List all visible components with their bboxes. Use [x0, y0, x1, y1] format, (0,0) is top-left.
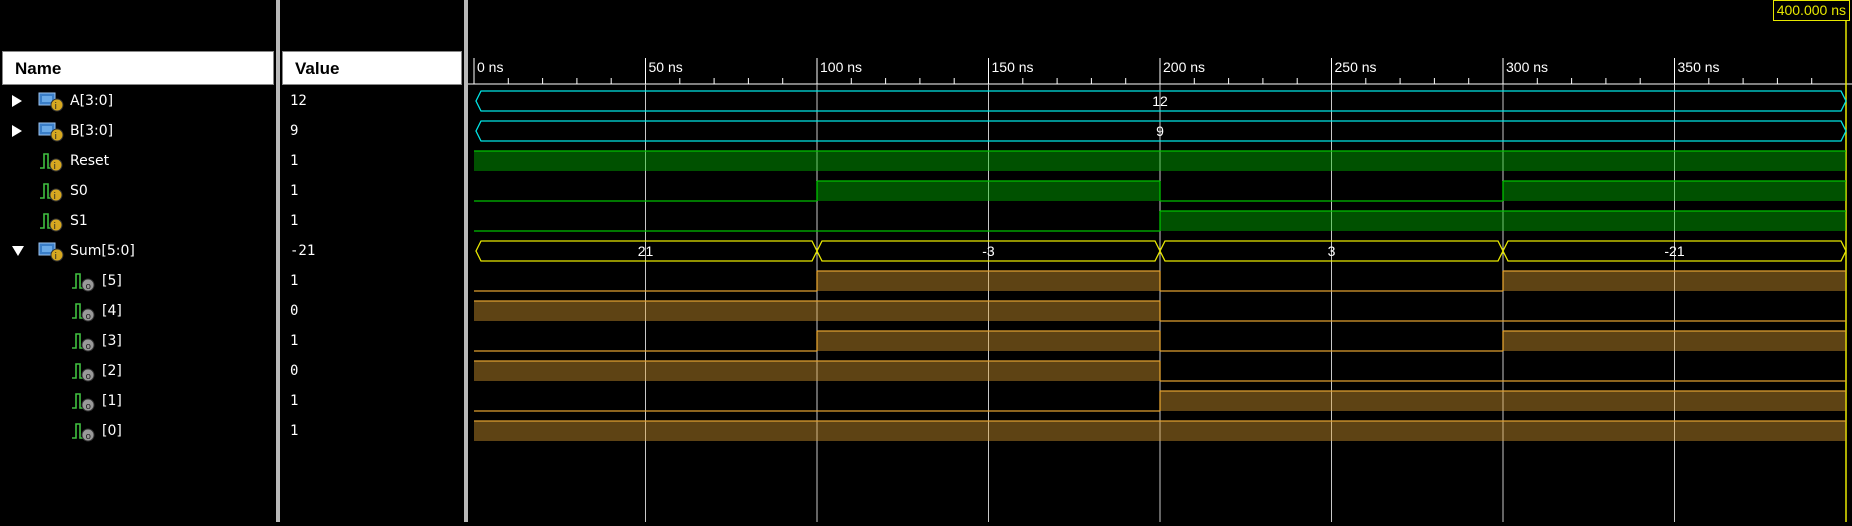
waveform-viewer[interactable]: 0 ns 50 ns 100 ns 150 ns 200 ns 250 ns 300 ns 3…	[468, 0, 1852, 522]
high-level-fill	[817, 181, 1160, 201]
signal-row-s1[interactable]: i S1	[0, 206, 276, 236]
cursor-time-label: 400.000 ns	[1772, 0, 1850, 21]
signal-name: [4]	[102, 303, 122, 319]
expand-arrow-icon[interactable]	[12, 125, 22, 137]
signal-row-4[interactable]: o [4]	[0, 296, 276, 326]
high-level-fill	[817, 331, 1160, 351]
signal-name: [3]	[102, 333, 122, 349]
svg-text:i: i	[54, 192, 57, 202]
high-level-fill	[474, 421, 1846, 441]
high-level-fill	[1503, 181, 1846, 201]
bus-value-label: 12	[1152, 93, 1168, 109]
svg-text:i: i	[54, 222, 57, 232]
high-level-fill	[1160, 391, 1846, 411]
svg-text:i: i	[54, 162, 57, 172]
signal-row-reset[interactable]: i Reset	[0, 146, 276, 176]
collapse-arrow-icon[interactable]	[12, 246, 24, 256]
signal-value: 1	[290, 183, 299, 199]
signal-name: [5]	[102, 273, 122, 289]
signal-value: 0	[290, 363, 299, 379]
timeline-tick-label: 150 ns	[992, 59, 1034, 75]
timeline-tick-label: 100 ns	[820, 59, 862, 75]
signal-name: B[3:0]	[70, 123, 114, 139]
signal-name: A[3:0]	[70, 93, 114, 109]
high-level-fill	[474, 301, 1160, 321]
svg-text:o: o	[86, 312, 92, 322]
bus-value-label: -3	[982, 243, 995, 259]
signal-value: 1	[290, 273, 299, 289]
name-column-header[interactable]: Name	[2, 51, 274, 85]
signal-row-b30[interactable]: i B[3:0]	[0, 116, 276, 146]
svg-text:o: o	[86, 342, 92, 352]
bus-value-label: -21	[1664, 243, 1684, 259]
signal-row-a30[interactable]: i A[3:0]	[0, 86, 276, 116]
high-level-fill	[1160, 211, 1846, 231]
signal-row-s0[interactable]: i S0	[0, 176, 276, 206]
signal-value: 0	[290, 303, 299, 319]
timeline-tick-label: 300 ns	[1506, 59, 1548, 75]
signal-value: 1	[290, 153, 299, 169]
svg-text:o: o	[86, 432, 92, 442]
name-panel: Name i A[3:0] i B[3:0] i Reset i S0 i S1 i Sum[5:0]…	[0, 0, 276, 522]
waveform-canvas[interactable]: 0 ns 50 ns 100 ns 150 ns 200 ns 250 ns 300 ns 3…	[468, 0, 1852, 522]
svg-text:o: o	[86, 402, 92, 412]
signal-name: Reset	[70, 153, 110, 169]
signal-value: 1	[290, 213, 299, 229]
high-level-fill	[1503, 331, 1846, 351]
bus-value-label: 3	[1328, 243, 1336, 259]
signal-value: 1	[290, 393, 299, 409]
signal-name: [0]	[102, 423, 122, 439]
svg-text:o: o	[86, 282, 92, 292]
signal-row-3[interactable]: o [3]	[0, 326, 276, 356]
timeline-tick-label: 0 ns	[477, 59, 503, 75]
timeline-tick-label: 250 ns	[1335, 59, 1377, 75]
expand-arrow-icon[interactable]	[12, 95, 22, 107]
timeline-tick-label: 50 ns	[649, 59, 683, 75]
high-level-fill	[817, 271, 1160, 291]
high-level-fill	[474, 151, 1846, 171]
svg-text:i: i	[55, 102, 58, 112]
timeline-tick-label: 350 ns	[1678, 59, 1720, 75]
timeline-tick-label: 200 ns	[1163, 59, 1205, 75]
signal-name: [1]	[102, 393, 122, 409]
svg-text:i: i	[55, 252, 58, 262]
signal-value: 12	[290, 93, 307, 109]
high-level-fill	[1503, 271, 1846, 291]
value-column-header[interactable]: Value	[282, 51, 462, 85]
signal-row-5[interactable]: o [5]	[0, 266, 276, 296]
bus-value-label: 9	[1156, 123, 1164, 139]
signal-value: 1	[290, 423, 299, 439]
signal-row-sum50[interactable]: i Sum[5:0]	[0, 236, 276, 266]
signal-value: -21	[290, 243, 316, 259]
signal-name: [2]	[102, 363, 122, 379]
signal-value: 1	[290, 333, 299, 349]
high-level-fill	[474, 361, 1160, 381]
signal-row-2[interactable]: o [2]	[0, 356, 276, 386]
signal-name: S1	[70, 213, 88, 229]
value-panel: Value 12 9 1 1 1 -21 1 0 1 0 1 1	[280, 0, 464, 522]
signal-row-0[interactable]: o [0]	[0, 416, 276, 446]
svg-text:o: o	[86, 372, 92, 382]
svg-text:i: i	[55, 132, 58, 142]
signal-value: 9	[290, 123, 299, 139]
signal-name: S0	[70, 183, 88, 199]
signal-row-1[interactable]: o [1]	[0, 386, 276, 416]
bus-value-label: 21	[638, 243, 654, 259]
signal-name: Sum[5:0]	[70, 243, 135, 259]
